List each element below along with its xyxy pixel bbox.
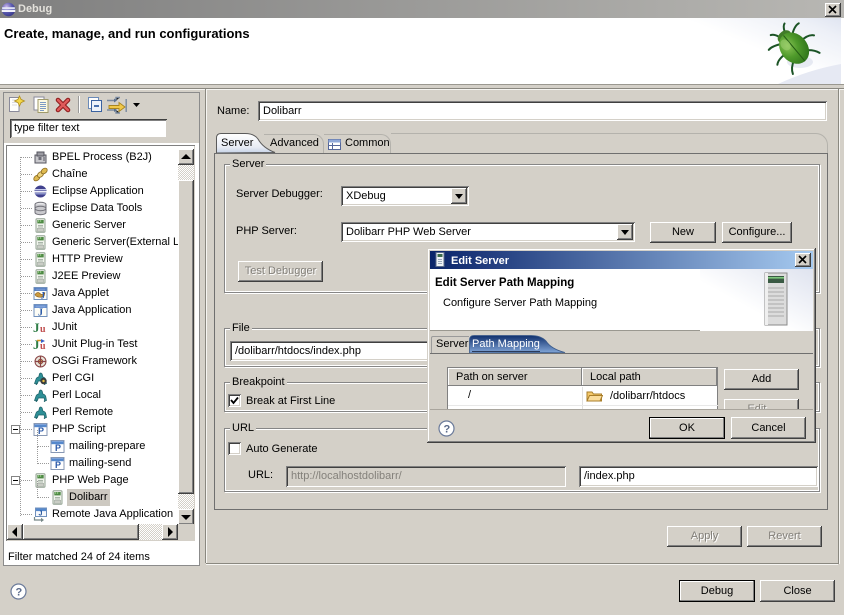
svg-text:?: ? xyxy=(444,424,451,436)
svg-text:?: ? xyxy=(16,587,23,599)
